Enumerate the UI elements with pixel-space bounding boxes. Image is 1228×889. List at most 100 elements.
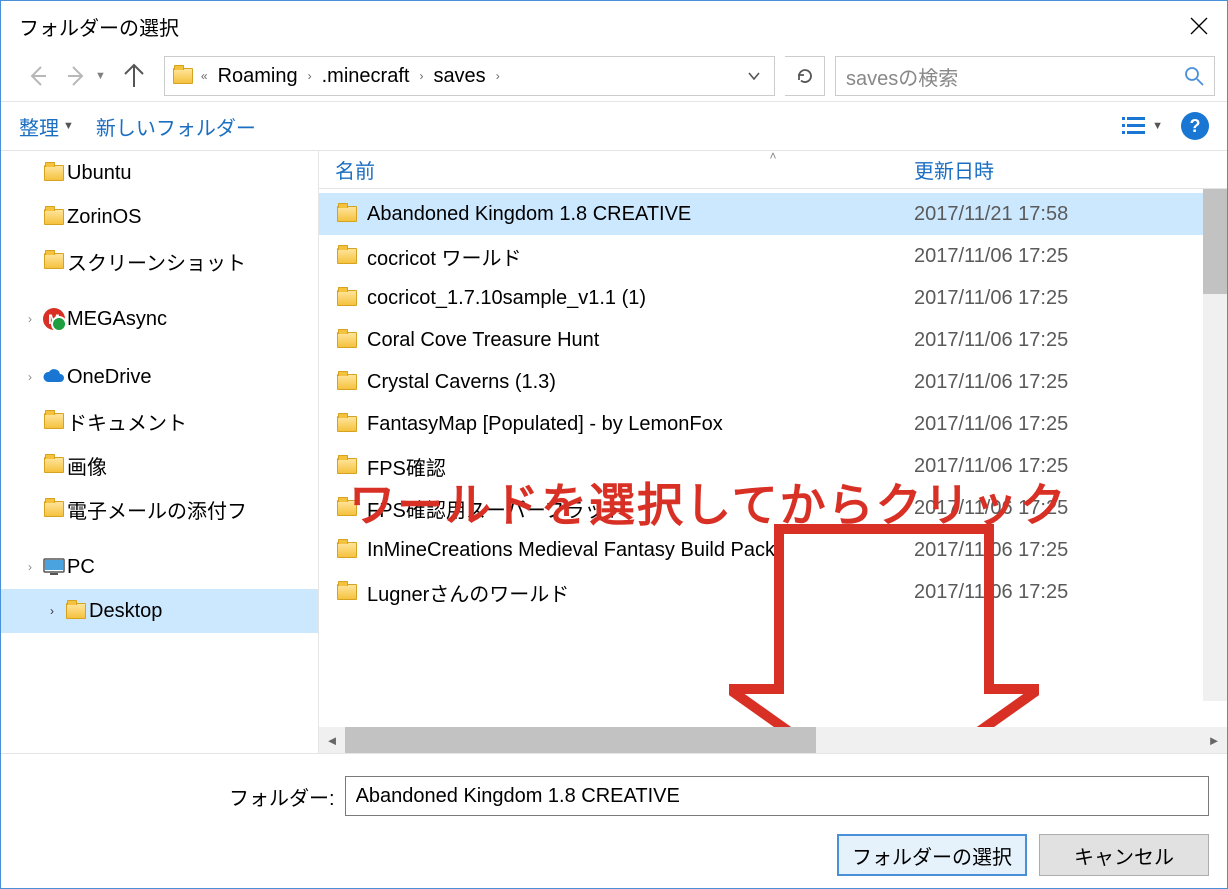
folder-icon [337,374,357,390]
folder-icon [337,458,357,474]
sidebar-item[interactable]: ›MMEGAsync [1,297,318,341]
file-name: Coral Cove Treasure Hunt [367,329,599,352]
file-name: Abandoned Kingdom 1.8 CREATIVE [367,203,691,226]
new-folder-button[interactable]: 新しいフォルダー [96,112,256,141]
horizontal-scrollbar[interactable]: ◄ ► [319,727,1227,753]
folder-icon [44,253,64,269]
sidebar-item-label: MEGAsync [67,308,167,331]
file-name: FPS確認 [367,452,446,481]
search-placeholder: savesの検索 [846,62,958,91]
scroll-left-button[interactable]: ◄ [319,727,345,753]
back-button[interactable] [19,58,55,94]
details-view-icon [1122,116,1146,136]
sidebar-item-label: 電子メールの添付フ [67,495,247,524]
sidebar-item[interactable]: ドキュメント [1,399,318,443]
titlebar: フォルダーの選択 [1,1,1227,51]
file-row[interactable]: Lugnerさんのワールド2017/11/06 17:25 [319,571,1213,613]
window-title: フォルダーの選択 [19,12,179,41]
file-name: Lugnerさんのワールド [367,578,569,607]
sidebar-item-label: Ubuntu [67,162,132,185]
folder-icon [171,64,195,88]
question-icon: ? [1190,116,1201,137]
folder-icon [44,413,64,429]
sidebar-item-label: ZorinOS [67,206,141,229]
vertical-scrollbar[interactable] [1203,189,1227,701]
sidebar-item[interactable]: › OneDrive [1,355,318,399]
search-icon [1184,66,1204,86]
file-date: 2017/11/21 17:58 [904,203,1213,226]
close-icon [1190,17,1208,35]
sidebar-item-label: OneDrive [67,366,151,389]
file-row[interactable]: Crystal Caverns (1.3) 2017/11/06 17:25 [319,361,1213,403]
file-date: 2017/11/06 17:25 [904,245,1213,268]
breadcrumb-roaming[interactable]: Roaming [210,61,306,92]
chevron-right-icon[interactable]: › [306,69,314,83]
folder-icon [337,332,357,348]
sidebar-item[interactable]: 電子メールの添付フ [1,487,318,531]
chevron-right-icon[interactable]: › [494,69,502,83]
breadcrumb-overflow[interactable]: « [199,69,210,83]
cancel-button[interactable]: キャンセル [1039,834,1209,876]
address-dropdown[interactable] [740,70,768,82]
folder-icon [44,501,64,517]
expand-icon[interactable]: › [19,370,41,384]
forward-button[interactable] [59,58,95,94]
main-area: UbuntuZorinOSスクリーンショット›MMEGAsync›OneDriv… [1,151,1227,753]
sidebar-item[interactable]: 画像 [1,443,318,487]
expand-icon[interactable]: › [41,604,63,618]
toolbar: 整理 ▼ 新しいフォルダー ▼ ? [1,101,1227,151]
file-date: 2017/11/06 17:25 [904,371,1213,394]
column-name-header[interactable]: 名前 [319,155,904,184]
file-row[interactable]: Coral Cove Treasure Hunt2017/11/06 17:25 [319,319,1213,361]
nav-bar: ▼ « Roaming › .minecraft › saves › saves… [1,51,1227,101]
collapse-handle[interactable]: ˄ [763,151,783,163]
scrollbar-thumb[interactable] [345,727,816,753]
breadcrumb-saves[interactable]: saves [425,61,493,92]
sidebar-item[interactable]: ZorinOS [1,195,318,239]
scrollbar-thumb[interactable] [1203,189,1227,294]
view-button[interactable]: ▼ [1122,116,1163,136]
file-row[interactable]: cocricot_1.7.10sample_v1.1 (1)2017/11/06… [319,277,1213,319]
file-date: 2017/11/06 17:25 [904,455,1213,478]
folder-icon [66,603,86,619]
close-button[interactable] [1171,1,1227,51]
scroll-right-button[interactable]: ► [1201,727,1227,753]
file-row[interactable]: FPS確認 2017/11/06 17:25 [319,445,1213,487]
breadcrumb-minecraft[interactable]: .minecraft [314,61,418,92]
folder-icon [44,457,64,473]
sidebar-item-label: PC [67,556,95,579]
file-date: 2017/11/06 17:25 [904,497,1213,520]
organize-button[interactable]: 整理 ▼ [19,112,74,141]
file-row[interactable]: Abandoned Kingdom 1.8 CREATIVE 2017/11/21… [319,193,1213,235]
file-name: FantasyMap [Populated] - by LemonFox [367,413,723,436]
footer-panel: フォルダー: フォルダーの選択 キャンセル [1,753,1227,888]
sidebar-item[interactable]: スクリーンショット [1,239,318,283]
arrow-right-icon [64,63,90,89]
sidebar-item[interactable]: › PC [1,545,318,589]
file-row[interactable]: FPS確認用スーパーフラット2017/11/06 17:25 [319,487,1213,529]
folder-icon [337,584,357,600]
search-box[interactable]: savesの検索 [835,56,1215,96]
folder-label: フォルダー: [229,782,335,811]
arrow-left-icon [24,63,50,89]
address-bar[interactable]: « Roaming › .minecraft › saves › [164,56,775,96]
folder-name-input[interactable] [345,776,1209,816]
select-folder-button[interactable]: フォルダーの選択 [837,834,1027,876]
file-name: Crystal Caverns (1.3) [367,371,556,394]
refresh-button[interactable] [785,56,825,96]
sidebar-item[interactable]: Ubuntu [1,151,318,195]
file-row[interactable]: InMineCreations Medieval Fantasy Build P… [319,529,1213,571]
file-row[interactable]: cocricot ワールド2017/11/06 17:25 [319,235,1213,277]
sidebar: UbuntuZorinOSスクリーンショット›MMEGAsync›OneDriv… [1,151,319,753]
recent-dropdown[interactable]: ▼ [95,70,106,82]
sidebar-item[interactable]: ›Desktop [1,589,318,633]
chevron-right-icon[interactable]: › [417,69,425,83]
file-date: 2017/11/06 17:25 [904,413,1213,436]
up-button[interactable] [116,58,152,94]
expand-icon[interactable]: › [19,312,41,326]
help-button[interactable]: ? [1181,112,1209,140]
file-row[interactable]: FantasyMap [Populated] - by LemonFox 2017… [319,403,1213,445]
expand-icon[interactable]: › [19,560,41,574]
folder-icon [44,209,64,225]
column-date-header[interactable]: 更新日時 [904,155,1227,184]
